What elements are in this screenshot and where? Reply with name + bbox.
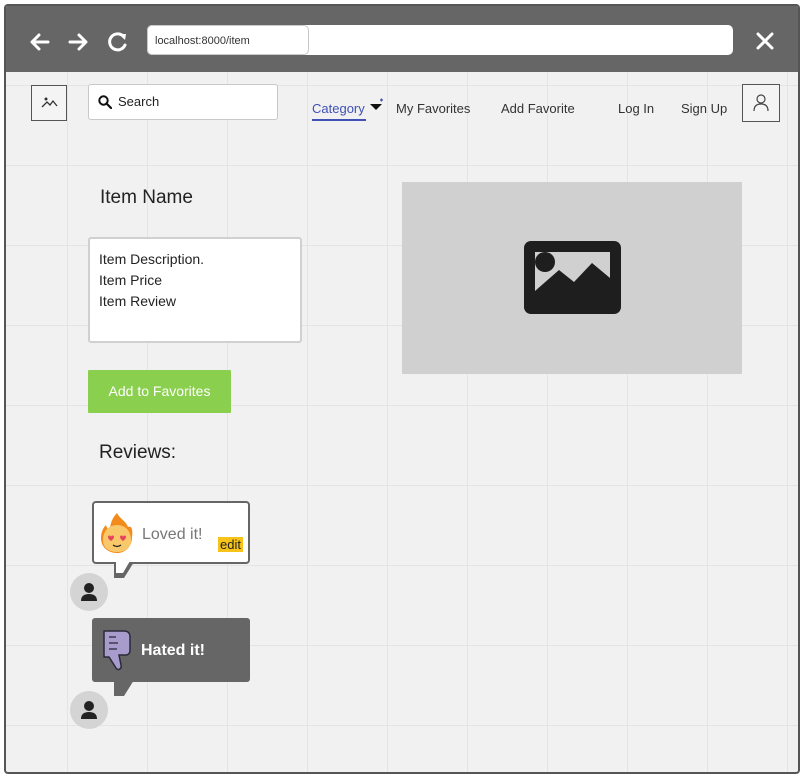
review-text: Hated it! [141, 642, 205, 659]
page-content: Search Category My Favorites Add Favorit… [6, 72, 798, 772]
user-icon [753, 94, 769, 112]
browser-window: localhost:8000/item Search Category My F… [4, 4, 800, 774]
review-bubble-hated: Hated it! [92, 618, 250, 682]
back-arrow-icon[interactable] [26, 28, 54, 56]
review-text: Loved it! [142, 526, 203, 543]
nav-add-favorite[interactable]: Add Favorite [501, 101, 575, 116]
category-active-indicator [312, 119, 366, 121]
nav-my-favorites[interactable]: My Favorites [396, 101, 470, 116]
forward-arrow-icon[interactable] [64, 28, 92, 56]
logo[interactable] [31, 85, 67, 121]
reviews-heading: Reviews: [99, 442, 177, 463]
search-input[interactable]: Search [88, 84, 278, 120]
url-text[interactable]: localhost:8000/item [147, 25, 309, 55]
add-to-favorites-button[interactable]: Add to Favorites [88, 370, 231, 413]
close-icon[interactable] [754, 30, 776, 52]
user-profile-button[interactable] [742, 84, 780, 122]
avatar [70, 691, 108, 729]
item-review-line: Item Review [99, 293, 177, 309]
search-placeholder: Search [118, 94, 160, 109]
image-icon [524, 241, 621, 314]
search-icon [98, 95, 112, 109]
review-bubble-loved: Loved it! edit [92, 501, 250, 564]
person-icon [81, 701, 97, 719]
fire-heart-eyes-icon [101, 513, 133, 553]
item-name: Item Name [100, 187, 193, 208]
item-description-box: Item Description. Item Price Item Review [88, 237, 302, 343]
thumbs-down-icon [103, 630, 131, 671]
item-price-line: Item Price [99, 272, 163, 288]
bubble-tail-inner [116, 561, 130, 573]
bubble-tail [114, 680, 134, 696]
item-description-line: Item Description. [99, 251, 205, 267]
category-dropdown-icon[interactable] [368, 96, 386, 112]
avatar [70, 573, 108, 611]
nav-sign-up[interactable]: Sign Up [681, 101, 727, 116]
nav-category[interactable]: Category [312, 101, 365, 116]
person-icon [81, 583, 97, 601]
nav-log-in[interactable]: Log In [618, 101, 654, 116]
browser-toolbar: localhost:8000/item [6, 6, 798, 72]
edit-review-link[interactable]: edit [218, 537, 243, 552]
address-bar[interactable]: localhost:8000/item [147, 25, 733, 55]
reload-icon[interactable] [104, 28, 132, 56]
item-image-placeholder [402, 182, 742, 374]
